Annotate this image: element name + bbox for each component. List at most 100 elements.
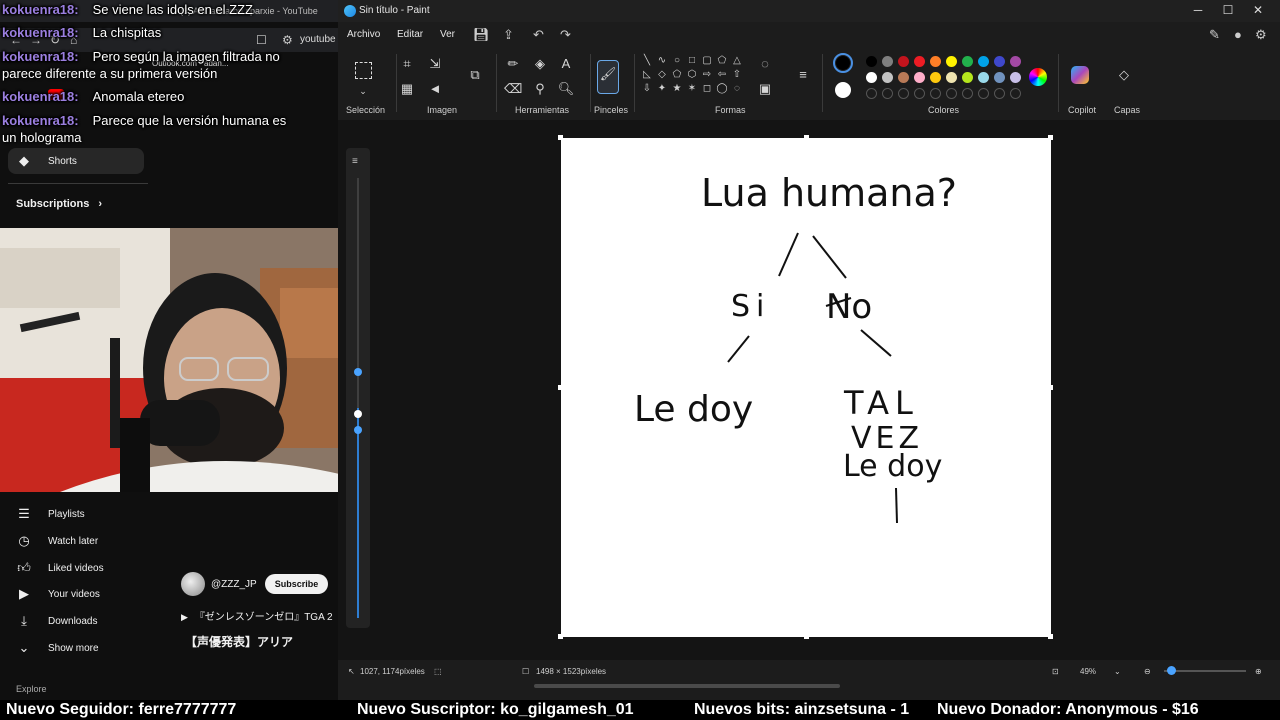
shape-option-icon[interactable]: ⬠ (671, 69, 683, 81)
shape-option-icon[interactable]: ◯ (716, 83, 728, 95)
resize-handle[interactable] (558, 634, 563, 639)
color-swatch[interactable] (882, 56, 893, 67)
color-swatch[interactable] (962, 56, 973, 67)
magnifier-icon[interactable]: 🔍︎ (557, 80, 575, 98)
channel-handle[interactable]: @ZZZ_JP (211, 579, 257, 590)
color-swatch[interactable] (866, 56, 877, 67)
eraser-icon[interactable]: ⌫ (504, 80, 522, 98)
outline-icon[interactable]: ◌ (756, 55, 774, 73)
color-swatch[interactable] (914, 72, 925, 83)
shape-option-icon[interactable]: ⬡ (686, 69, 698, 81)
sidebar-item-show-more[interactable]: ⌄ Show more (0, 635, 150, 661)
resize-handle[interactable] (558, 135, 563, 140)
resize-handle[interactable] (804, 634, 809, 639)
shape-option-icon[interactable]: ○ (671, 55, 683, 67)
site-settings-icon[interactable]: ⚙ (282, 33, 293, 47)
custom-color-slot[interactable] (882, 88, 893, 99)
chevron-down-icon[interactable]: ⌄ (1114, 667, 1121, 676)
image-options-icon[interactable]: ⧉ (466, 66, 484, 84)
custom-color-slot[interactable] (946, 88, 957, 99)
shape-option-icon[interactable]: ◻ (701, 83, 713, 95)
fill-shape-icon[interactable]: ▣ (756, 80, 774, 98)
subscribe-button[interactable]: Subscribe (264, 574, 329, 594)
maximize-icon[interactable]: ☐ (1213, 3, 1243, 17)
color-swatch[interactable] (994, 56, 1005, 67)
custom-color-slot[interactable] (930, 88, 941, 99)
zoom-select[interactable]: 49% (1080, 667, 1096, 676)
menu-archivo[interactable]: Archivo (347, 29, 380, 40)
color-picker-icon[interactable]: ⚲ (531, 80, 549, 98)
zoom-rail-handle[interactable] (354, 426, 362, 434)
fit-icon[interactable]: ≡ (352, 156, 358, 167)
select-all-icon[interactable]: ▦ (398, 80, 416, 98)
resize-handle[interactable] (1048, 634, 1053, 639)
zoom-slider-thumb[interactable] (1167, 666, 1176, 675)
custom-color-slot[interactable] (914, 88, 925, 99)
shape-option-icon[interactable]: ✶ (686, 83, 698, 95)
color-swatch[interactable] (866, 72, 877, 83)
redo-icon[interactable]: ↷ (560, 27, 571, 43)
bookmark-icon[interactable]: ☐ (256, 33, 267, 47)
shape-option-icon[interactable]: △ (731, 55, 743, 67)
zoom-rail-handle[interactable] (354, 368, 362, 376)
text-icon[interactable]: A (557, 55, 575, 73)
sidebar-item-shorts[interactable]: ◆ Shorts (8, 148, 144, 174)
avatar[interactable] (181, 572, 205, 596)
shape-option-icon[interactable]: ★ (671, 83, 683, 95)
drawing-canvas[interactable]: Lua humana? Si No Le doy TAL VEZ Le doy (558, 135, 1053, 639)
color-swatch[interactable] (930, 56, 941, 67)
sidebar-item-liked-videos[interactable]: 👍︎ Liked videos (0, 555, 150, 581)
color-swatch[interactable] (946, 56, 957, 67)
edit-colors-icon[interactable] (1029, 68, 1047, 86)
close-icon[interactable]: ✕ (1243, 3, 1273, 17)
color-swatch[interactable] (1010, 56, 1021, 67)
video-link[interactable]: ▶ 『ゼンレスゾーンゼロ』TGA 2 (181, 608, 333, 623)
settings-icon[interactable]: ⚙ (1255, 27, 1267, 43)
custom-color-slot[interactable] (978, 88, 989, 99)
resize-icon[interactable]: ⇲ (426, 55, 444, 73)
color-swatch[interactable] (898, 72, 909, 83)
fill-icon[interactable]: ◈ (531, 55, 549, 73)
color-swatch[interactable] (946, 72, 957, 83)
chevron-down-icon[interactable]: ⌄ (354, 82, 372, 100)
color-swatch[interactable] (978, 72, 989, 83)
url-text[interactable]: youtube (300, 34, 336, 45)
shape-option-icon[interactable]: ⇦ (716, 69, 728, 81)
color-swatch[interactable] (978, 56, 989, 67)
zoom-slider[interactable] (1164, 670, 1246, 672)
shape-option-icon[interactable]: ▢ (701, 55, 713, 67)
custom-color-slot[interactable] (866, 88, 877, 99)
sidebar-item-downloads[interactable]: ⤓ Downloads (0, 608, 150, 634)
color-swatch[interactable] (914, 56, 925, 67)
sidebar-item-watch-later[interactable]: ◷ Watch later (0, 528, 150, 554)
shape-option-icon[interactable]: ∿ (656, 55, 668, 67)
color-swatch[interactable] (1010, 72, 1021, 83)
sidebar-item-your-videos[interactable]: ▶ Your videos (0, 581, 150, 607)
save-icon[interactable]: 💾︎ (473, 27, 490, 43)
color-swatch[interactable] (898, 56, 909, 67)
copilot-icon[interactable] (1071, 66, 1089, 84)
color-swatch[interactable] (994, 72, 1005, 83)
layers-icon[interactable]: ◇ (1115, 66, 1133, 84)
account-icon[interactable]: ● (1234, 27, 1242, 42)
pencil-icon[interactable]: ✏ (504, 55, 522, 73)
custom-color-slot[interactable] (994, 88, 1005, 99)
zoom-in-icon[interactable]: ⊕ (1255, 667, 1262, 676)
shape-option-icon[interactable]: ◌ (731, 83, 743, 95)
fit-window-icon[interactable]: ⊡ (1052, 667, 1059, 676)
primary-color[interactable] (833, 53, 853, 73)
shape-option-icon[interactable]: ⇩ (641, 83, 653, 95)
menu-editar[interactable]: Editar (397, 29, 423, 40)
color-swatch[interactable] (882, 72, 893, 83)
resize-handle[interactable] (1048, 135, 1053, 140)
custom-color-slot[interactable] (1010, 88, 1021, 99)
color-swatch[interactable] (962, 72, 973, 83)
resize-handle[interactable] (804, 135, 809, 140)
undo-icon[interactable]: ↶ (533, 27, 544, 43)
crop-icon[interactable]: ⌗ (398, 55, 416, 73)
resize-handle[interactable] (558, 385, 563, 390)
custom-color-slot[interactable] (962, 88, 973, 99)
sidebar-explore-label[interactable]: Explore (16, 684, 47, 694)
shape-option-icon[interactable]: □ (686, 55, 698, 67)
horizontal-scrollbar[interactable] (534, 684, 840, 688)
